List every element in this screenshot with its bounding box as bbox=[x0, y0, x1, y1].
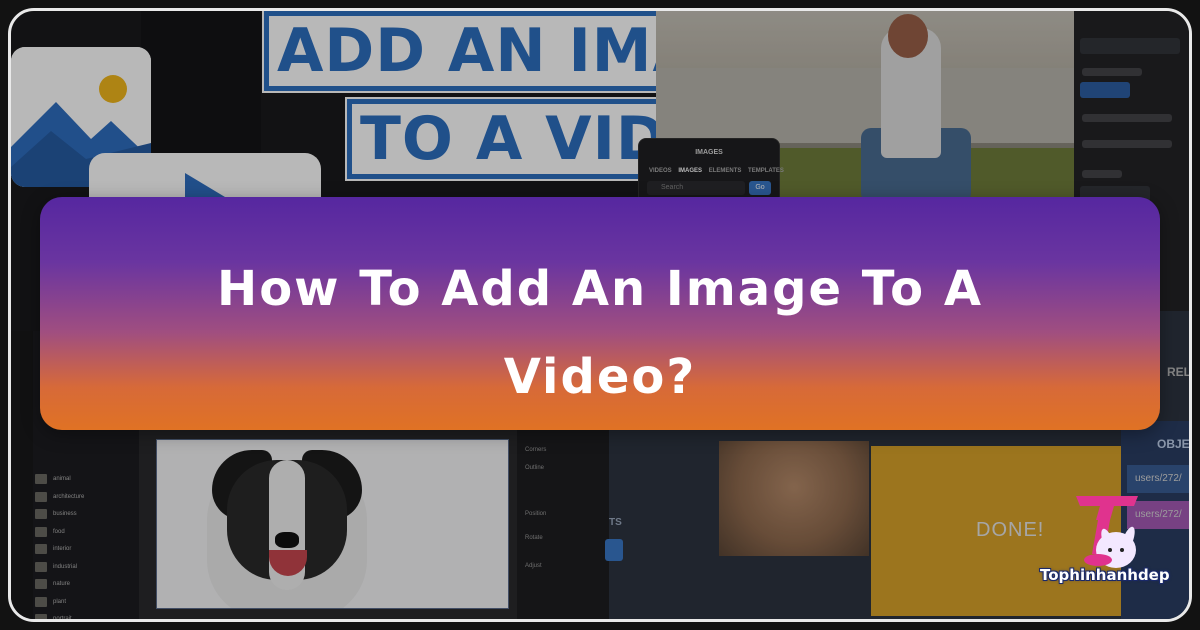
category-label: business bbox=[53, 511, 77, 517]
blue-button[interactable] bbox=[605, 539, 623, 561]
category-thumbnail bbox=[35, 474, 47, 484]
tools-column bbox=[11, 331, 33, 619]
headline-banner: How To Add An Image To A Video? bbox=[40, 197, 1160, 430]
object-row[interactable]: users/272/ bbox=[1127, 465, 1189, 493]
list-item[interactable]: business bbox=[35, 506, 135, 522]
zoom-slider[interactable] bbox=[1082, 114, 1172, 122]
list-item[interactable]: interior bbox=[35, 541, 135, 557]
photo-dancer-head bbox=[888, 14, 928, 58]
outline-label: Outline bbox=[525, 465, 545, 471]
category-label: nature bbox=[53, 581, 71, 587]
corners-label: Corners bbox=[525, 447, 547, 453]
list-item[interactable]: architecture bbox=[35, 489, 135, 505]
objects-title: OBJECTS bbox=[1157, 437, 1190, 451]
category-list: animal architecture business food interi… bbox=[35, 471, 135, 622]
tab-templates[interactable]: TEMPLATES bbox=[748, 168, 784, 174]
category-label: portrait bbox=[53, 616, 72, 622]
category-thumbnail bbox=[35, 561, 47, 572]
category-thumbnail bbox=[35, 491, 47, 502]
list-item[interactable]: plant bbox=[35, 594, 135, 610]
curly-dog-photo bbox=[719, 441, 869, 556]
list-item[interactable]: animal bbox=[35, 471, 135, 487]
list-item[interactable]: industrial bbox=[35, 559, 135, 575]
category-thumbnail bbox=[35, 526, 47, 537]
corners-slider[interactable] bbox=[1082, 140, 1172, 148]
rotate-label: Rotate bbox=[525, 535, 543, 541]
tab-elements[interactable]: ELEMENTS bbox=[709, 168, 742, 174]
magic-fill-button[interactable] bbox=[1080, 38, 1180, 54]
dog-nose bbox=[275, 532, 299, 548]
position-label: Position bbox=[525, 511, 547, 517]
go-button[interactable]: Go bbox=[749, 181, 771, 195]
category-label: animal bbox=[53, 476, 71, 482]
search-input[interactable]: Search bbox=[647, 181, 745, 195]
category-label: architecture bbox=[53, 493, 85, 500]
list-item[interactable]: food bbox=[35, 524, 135, 540]
panel-line bbox=[1082, 170, 1122, 178]
category-thumbnail bbox=[35, 509, 47, 519]
brand-wordmark: Tophinhanhdep bbox=[1040, 566, 1170, 584]
unlocked-button[interactable] bbox=[1080, 82, 1130, 98]
adjust-label: Adjust bbox=[525, 563, 542, 569]
panel-line bbox=[1082, 68, 1142, 76]
popup-title: IMAGES bbox=[695, 149, 723, 156]
elite-tag: RELIN bbox=[1167, 365, 1191, 379]
category-thumbnail bbox=[35, 614, 47, 619]
ts-tag: TS bbox=[609, 517, 622, 528]
done-text: DONE! bbox=[976, 519, 1045, 541]
category-thumbnail bbox=[35, 579, 47, 589]
category-thumbnail bbox=[35, 596, 47, 607]
list-item[interactable]: portrait bbox=[35, 611, 135, 622]
category-label: food bbox=[53, 528, 65, 535]
popup-tabs: VIDEOS IMAGES ELEMENTS TEMPLATES bbox=[649, 168, 789, 174]
category-thumbnail bbox=[35, 544, 47, 554]
page-title: How To Add An Image To A Video? bbox=[217, 261, 983, 405]
category-label: plant bbox=[53, 598, 67, 605]
dog-image-on-canvas[interactable] bbox=[156, 439, 509, 609]
category-label: industrial bbox=[53, 563, 78, 570]
category-label: interior bbox=[53, 546, 72, 552]
tab-images[interactable]: IMAGES bbox=[678, 168, 702, 174]
tab-videos[interactable]: VIDEOS bbox=[649, 168, 672, 174]
list-item[interactable]: nature bbox=[35, 576, 135, 592]
